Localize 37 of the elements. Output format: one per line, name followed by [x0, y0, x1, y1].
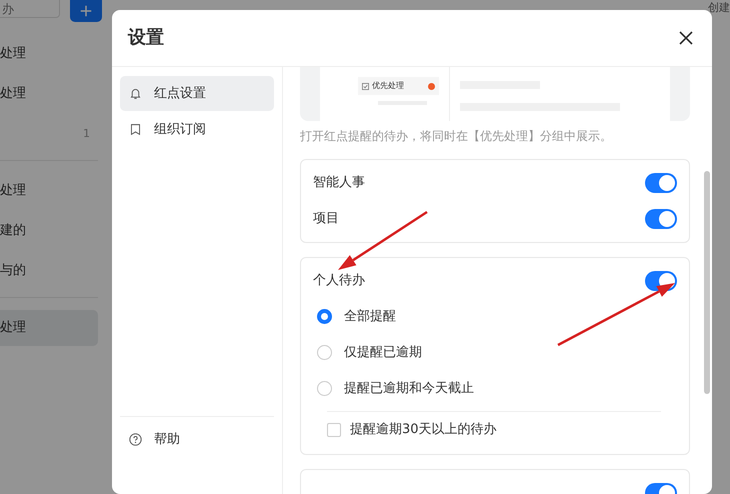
- checkbox[interactable]: [327, 423, 341, 438]
- list-item[interactable]: 处理: [0, 173, 98, 209]
- radio-label: 仅提醒已逾期: [344, 344, 422, 362]
- toggle-switch[interactable]: [645, 172, 677, 193]
- checkbox-icon: [362, 82, 369, 90]
- list-item[interactable]: 处理: [0, 76, 98, 112]
- nav-item[interactable]: 红点设置: [120, 76, 274, 111]
- help-icon: [129, 433, 142, 446]
- item-count: 1: [83, 126, 90, 142]
- close-icon: [678, 30, 694, 46]
- list-item[interactable]: 与的: [0, 253, 98, 289]
- create-label: 创建: [708, 0, 730, 16]
- scrollbar[interactable]: [704, 171, 710, 394]
- toggle-label: 智能人事: [313, 174, 365, 192]
- toggle-label: 项目: [313, 210, 339, 228]
- radio-button[interactable]: [317, 381, 332, 396]
- help-link[interactable]: 帮助: [120, 416, 274, 462]
- notification-dot: [428, 82, 435, 90]
- bookmark-icon: [129, 123, 142, 136]
- list-item[interactable]: 处理: [0, 310, 98, 346]
- list-item[interactable]: 建的: [0, 213, 98, 249]
- nav-item[interactable]: 组织订阅: [120, 112, 274, 147]
- list-item[interactable]: 处理: [0, 36, 98, 72]
- radio-button[interactable]: [317, 345, 332, 360]
- preview-item-label: 优先处理: [372, 80, 404, 92]
- radio-button[interactable]: [317, 309, 332, 324]
- hint-text: 打开红点提醒的待办，将同时在【优先处理】分组中展示。: [300, 129, 613, 145]
- radio-label: 全部提醒: [344, 308, 396, 326]
- search-field[interactable]: 办: [0, 0, 60, 18]
- checkbox-label: 提醒逾期30天以上的待办: [350, 421, 497, 440]
- bell-icon: [129, 87, 142, 100]
- toggle-label: 个人待办: [313, 272, 365, 290]
- plus-icon: [80, 5, 92, 17]
- dialog-title: 设置: [128, 27, 164, 49]
- radio-label: 提醒已逾期和今天截止: [344, 380, 474, 398]
- add-button[interactable]: [70, 0, 102, 22]
- toggle-switch[interactable]: [645, 208, 677, 229]
